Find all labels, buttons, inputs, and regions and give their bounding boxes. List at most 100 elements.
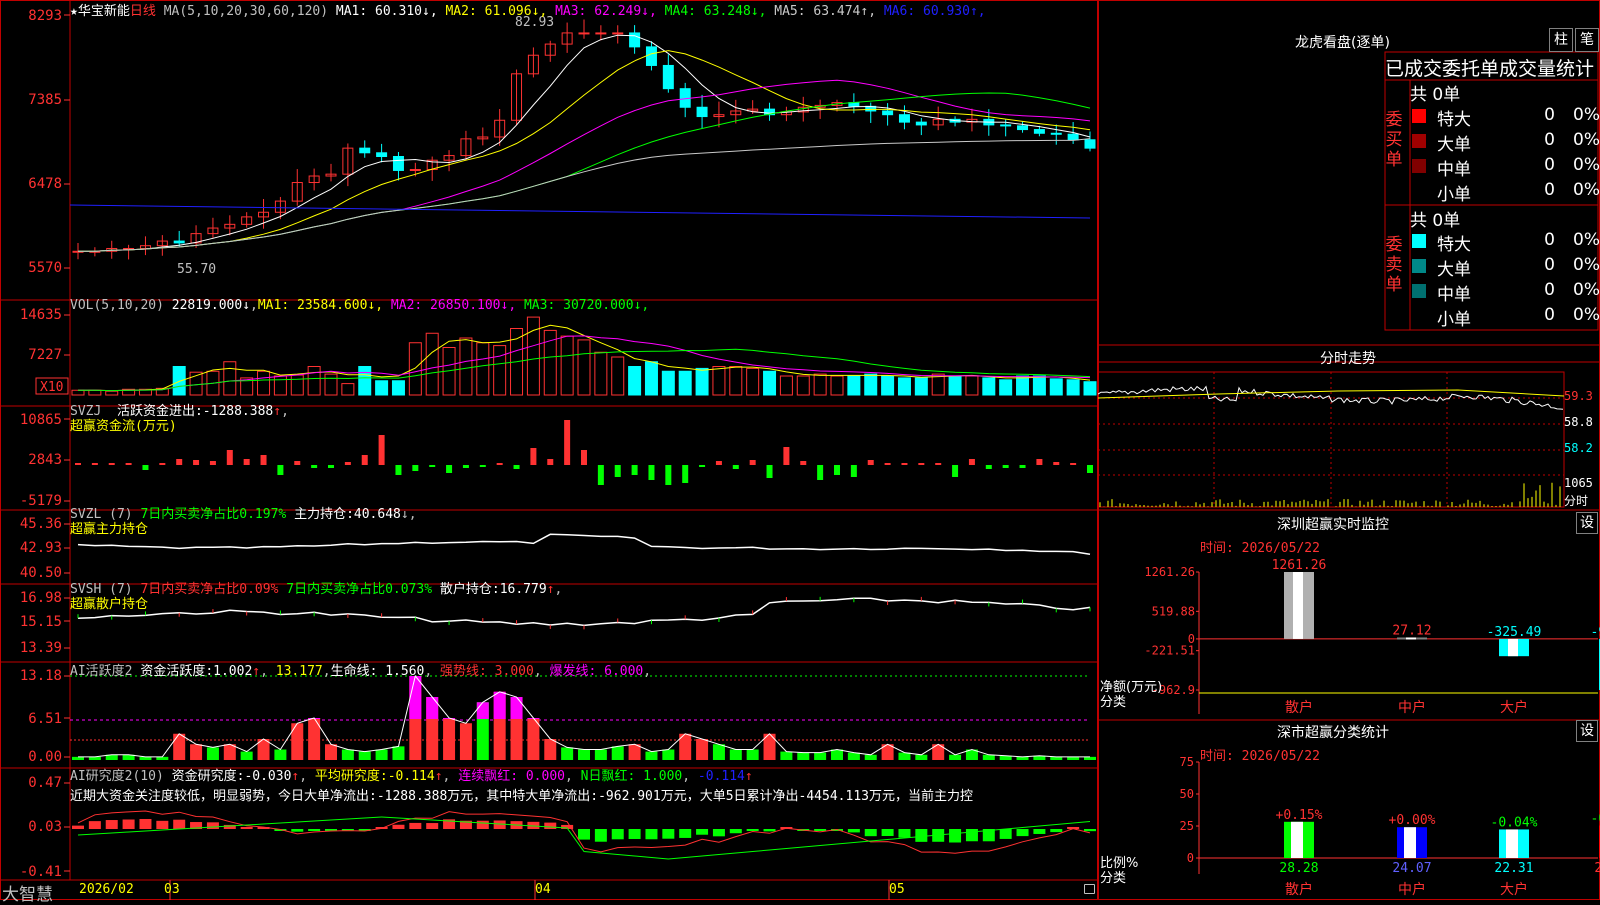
svzj-bar-31: [597, 465, 604, 485]
monitor-category-1: 中户: [1398, 699, 1426, 716]
svzj-bar-47: [867, 460, 874, 465]
ai1-bar-40: [746, 749, 759, 760]
svzj-bar-34: [648, 465, 655, 480]
intraday-ytick-3: 58.2: [1564, 441, 1593, 455]
kline-ytick-3: 6478: [28, 176, 62, 192]
ai2-nh: 1.000: [643, 769, 683, 784]
sell-rows-swatch-1: [1412, 259, 1426, 273]
ai1-life: 1.560: [385, 664, 425, 679]
ai1-bar-29: [561, 747, 574, 760]
star-icon[interactable]: ★: [70, 4, 78, 19]
volume-bar-41: [763, 370, 777, 396]
ma-value-3: 62.249↓,: [586, 4, 657, 19]
ai1-bar-7: [190, 744, 203, 760]
intraday-price-line: [1098, 385, 1564, 410]
ai1-bar-52: [949, 754, 962, 760]
svzj-bar-10: [243, 459, 250, 465]
sell-rows-count-0: 0: [1544, 230, 1555, 250]
svsh-ytick-1: 16.98: [19, 590, 62, 606]
period-label[interactable]: 日线: [130, 4, 156, 19]
classify-bar-shine-2: [1506, 829, 1518, 858]
volume-bar-23: [459, 337, 473, 396]
svzl-header: SVZL (7) 7日内买卖净占比0.197% 主力持仓:40.648↓, 超赢…: [70, 507, 417, 537]
svzj-bar-21: [429, 465, 436, 467]
ma-value-4: 63.248↓,: [695, 4, 767, 19]
candle-body-19: [392, 156, 404, 171]
volume-bar-39: [729, 366, 743, 396]
chart-frame: [0, 0, 1098, 900]
ai2-ytick-1: 0.47: [28, 775, 62, 791]
svsh-ratio1: 7日内买卖净占比0.09%: [140, 582, 279, 597]
classify-ytick-3: 25: [1180, 819, 1194, 833]
svzl-ytick-1: 45.36: [19, 516, 62, 532]
candle-body-48: [882, 110, 894, 116]
vol-ma-label-3: MA3:: [523, 298, 556, 313]
tick-view-button[interactable]: 笔: [1575, 28, 1599, 52]
ma-label-4: MA4:: [656, 4, 696, 19]
volume-bar-29: [560, 335, 574, 396]
svzj-bar-56: [1019, 465, 1026, 468]
sell-rows-swatch-2: [1412, 284, 1426, 298]
volume-bar-59: [1066, 379, 1080, 396]
ai2-bar-60: [1084, 829, 1096, 832]
ai1-bar-10: [240, 751, 253, 760]
ai1-bar-31: [594, 749, 607, 760]
ai1-strong: 3.000: [494, 664, 534, 679]
volume-bar-36: [678, 370, 692, 396]
sell-rows-pct-0: 0%: [1573, 230, 1600, 250]
ai2-bar-13: [291, 829, 304, 832]
vol-ma3-line: [78, 348, 1091, 392]
monitor-bar-shine-0: [1293, 572, 1303, 639]
ma-label-3: MA3:: [547, 4, 587, 19]
ai1-v2: 13.177: [275, 664, 323, 679]
classify-settings-button[interactable]: 设: [1576, 720, 1598, 742]
classify-bar-shine-1: [1404, 827, 1416, 858]
ma-value-6: 60.930↑,: [915, 4, 986, 19]
ai1-bar-39: [729, 749, 742, 760]
main-chart-area[interactable]: 82.9355.70X10: [0, 0, 1100, 900]
classify-ytick-2: 50: [1180, 787, 1194, 801]
svsh-ytick-2: 15.15: [19, 614, 62, 630]
ai2-bar-14: [308, 829, 321, 831]
sell-total: 共 0单: [1410, 211, 1461, 231]
ai2-bar-4: [139, 819, 152, 829]
svzj-value: -1288.388: [202, 404, 274, 419]
vol-unit-label: X10: [40, 380, 63, 395]
candle-body-56: [1017, 125, 1029, 131]
classify-value-1: 24.07: [1392, 861, 1431, 876]
ai1-bar-34: [645, 751, 658, 760]
ai2-bar-0: [72, 825, 84, 829]
ai2-bar-34: [645, 829, 658, 840]
volume-bar-52: [948, 375, 962, 396]
column-view-button[interactable]: 柱: [1549, 28, 1573, 52]
svsh-ratio2: 7日内买卖净占比0.073%: [286, 582, 433, 597]
svzj-bar-53: [968, 459, 975, 465]
ma-label-2: MA2:: [437, 4, 477, 19]
svzl-subtitle: 超赢主力持仓: [70, 522, 149, 537]
ai1-ytick-3: 0.00: [28, 749, 62, 765]
kline-ytick-1: 8293: [28, 8, 62, 24]
x-label-mar: 03: [164, 882, 180, 897]
volume-bar-58: [1049, 378, 1063, 396]
monitor-settings-button[interactable]: 设: [1576, 512, 1598, 534]
ai2-bar-44: [814, 829, 827, 831]
monitor-value-0: 1261.26: [1272, 558, 1327, 573]
svzj-bar-16: [344, 462, 351, 465]
volume-bar-43: [796, 375, 810, 396]
ai2-bar-49: [898, 829, 911, 838]
sell-rows-pct-1: 0%: [1573, 255, 1600, 275]
ai1-bar-27: [527, 718, 540, 760]
ai1-bar-35: [662, 749, 675, 760]
vol-header: VOL(5,10,20) 22819.000↓,MA1: 23584.600↓,…: [70, 298, 650, 313]
ai1-bar-42: [780, 751, 793, 760]
ai2-bar-41: [763, 829, 776, 832]
lock-icon[interactable]: [1084, 884, 1095, 894]
svzj-bar-42: [783, 447, 790, 465]
ai2-bar-50: [915, 829, 928, 842]
ai1-bar-32: [611, 746, 624, 760]
svsh-value: 16.779: [499, 582, 547, 597]
svzj-header: SVZJ 活跃资金进出:-1288.388↑, 超赢资金流(万元): [70, 404, 289, 434]
ma-value-2: 61.096↓,: [476, 4, 548, 19]
buy-rows-count-0: 0: [1544, 105, 1555, 125]
svzj-bar-39: [732, 465, 739, 469]
